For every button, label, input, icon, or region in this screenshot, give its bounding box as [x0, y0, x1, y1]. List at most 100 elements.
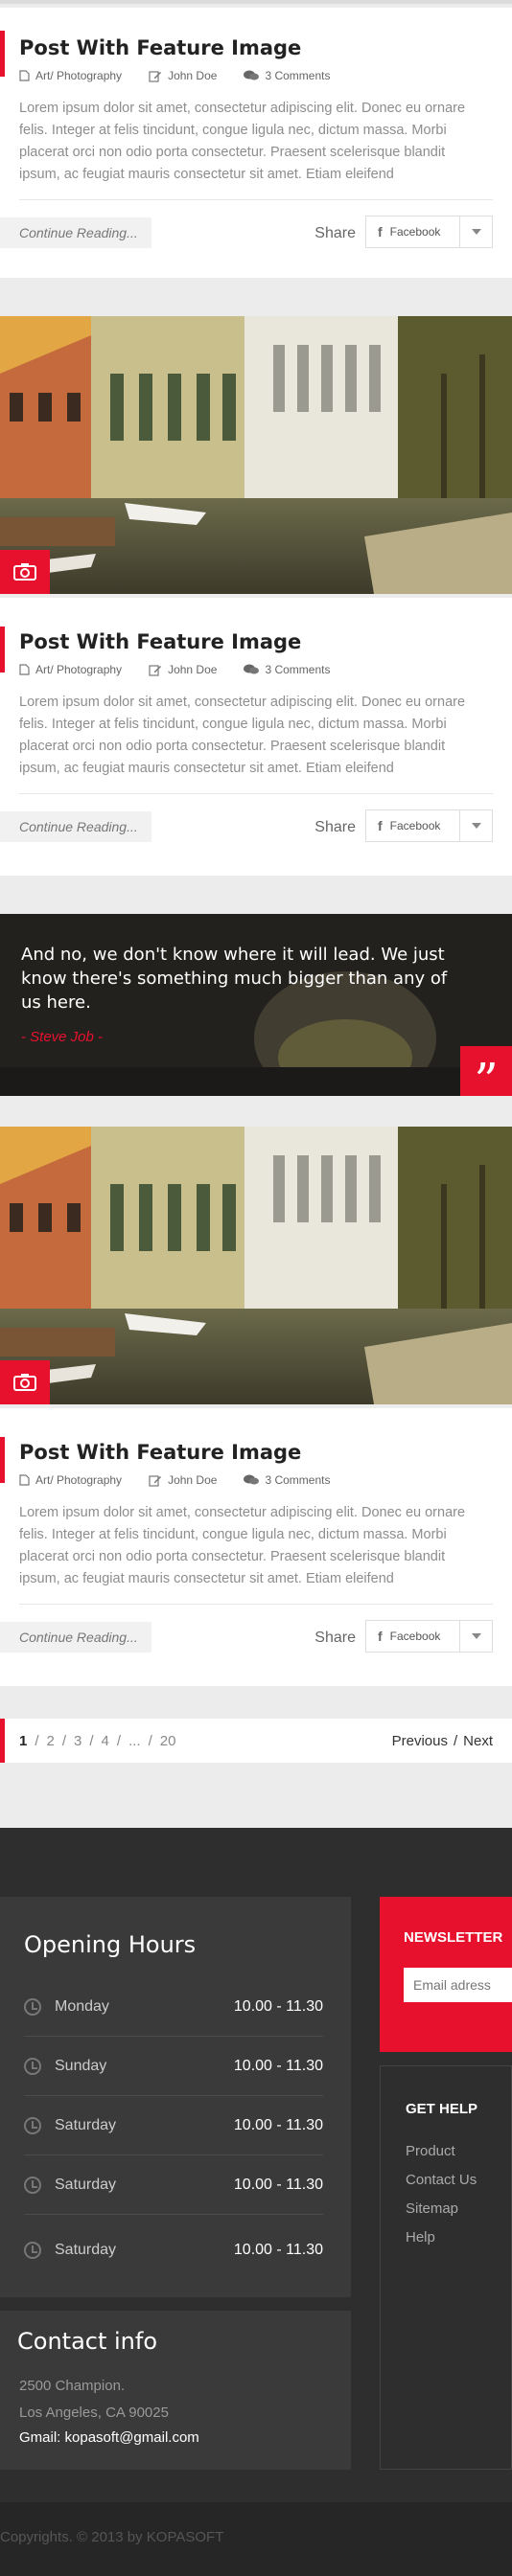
continue-reading-button[interactable]: Continue Reading...: [0, 1622, 151, 1653]
help-link-product[interactable]: Product: [406, 2143, 455, 2159]
page-link[interactable]: 3: [74, 1733, 81, 1749]
meta-category[interactable]: Art/ Photography: [19, 69, 122, 82]
hours-row: Sunday 10.00 - 11.30: [24, 2037, 323, 2096]
clock-icon: [24, 2176, 41, 2194]
edit-icon: [149, 1474, 162, 1487]
facebook-share-button[interactable]: f Facebook: [365, 1620, 460, 1653]
meta-comments[interactable]: 3 Comments: [244, 1473, 330, 1487]
previous-link[interactable]: Previous: [392, 1733, 448, 1749]
page-separator: /: [453, 1733, 458, 1749]
post-meta: Art/ Photography John Doe 3 Comments: [19, 1471, 493, 1489]
feature-image[interactable]: [0, 1127, 512, 1404]
help-link-sitemap[interactable]: Sitemap: [406, 2200, 458, 2217]
comments-icon: [244, 70, 260, 80]
help-link-help[interactable]: Help: [406, 2229, 435, 2245]
meta-comments[interactable]: 3 Comments: [244, 69, 330, 82]
page-link[interactable]: 20: [160, 1733, 176, 1749]
opening-hours-widget: Opening Hours Monday 10.00 - 11.30 Sunda…: [0, 1897, 351, 2297]
post-header: Post With Feature Image Art/ Photography…: [0, 598, 512, 780]
post-header: Post With Feature Image Art/ Photography…: [0, 8, 512, 186]
facebook-icon: f: [378, 224, 383, 239]
hours-day: Sunday: [55, 2057, 107, 2074]
continue-reading-button[interactable]: Continue Reading...: [0, 217, 151, 248]
category-label: Art/ Photography: [35, 663, 123, 676]
hours-time: 10.00 - 11.30: [233, 2057, 323, 2074]
page-separator: /: [116, 1733, 122, 1749]
page-link[interactable]: 2: [47, 1733, 55, 1749]
post-excerpt: Lorem ipsum dolor sit amet, consectetur …: [19, 695, 466, 776]
hours-row: Saturday 10.00 - 11.30: [24, 2155, 323, 2215]
share-dropdown-button[interactable]: [460, 216, 493, 248]
post-card: Post With Feature Image Art/ Photography…: [0, 1408, 512, 1686]
title-accent: [0, 1437, 5, 1483]
chevron-down-icon: [471, 1633, 481, 1639]
contact-email[interactable]: Gmail: kopasoft@gmail.com: [19, 2429, 199, 2446]
hours-time: 10.00 - 11.30: [233, 2176, 323, 2193]
address-line: Los Angeles, CA 90025: [19, 2405, 169, 2421]
comments-icon: [244, 664, 260, 674]
post-title[interactable]: Post With Feature Image: [19, 627, 493, 655]
post-card: Post With Feature Image Art/ Photography…: [0, 8, 512, 278]
category-label: Art/ Photography: [35, 69, 123, 82]
facebook-share-button[interactable]: f Facebook: [365, 216, 460, 248]
page-separator: /: [89, 1733, 94, 1749]
share-label: Share: [314, 1630, 356, 1646]
clock-icon: [24, 1997, 41, 2016]
feature-image[interactable]: [0, 316, 512, 594]
contact-info-title: Contact info: [17, 2328, 158, 2355]
post-meta: Art/ Photography John Doe 3 Comments: [19, 67, 493, 84]
contact-info-widget: Contact info 2500 Champion. Los Angeles,…: [0, 2311, 351, 2470]
clock-icon: [24, 2116, 41, 2134]
prev-next: Previous / Next: [392, 1733, 493, 1749]
continue-reading-button[interactable]: Continue Reading...: [0, 811, 151, 842]
page-link[interactable]: 1: [19, 1733, 27, 1749]
meta-category[interactable]: Art/ Photography: [19, 663, 122, 676]
canal-photo: [0, 316, 512, 594]
page-link[interactable]: 4: [102, 1733, 109, 1749]
clock-icon: [24, 2057, 41, 2075]
folder-icon: [19, 664, 30, 675]
page-separator: /: [61, 1733, 67, 1749]
author-label: John Doe: [168, 663, 218, 676]
hours-time: 10.00 - 11.30: [233, 2116, 323, 2133]
share-dropdown-button[interactable]: [460, 1620, 493, 1653]
hours-time: 10.00 - 11.30: [233, 2242, 323, 2258]
meta-category[interactable]: Art/ Photography: [19, 1473, 122, 1487]
facebook-share-button[interactable]: f Facebook: [365, 809, 460, 842]
post-excerpt: Lorem ipsum dolor sit amet, consectetur …: [19, 101, 466, 182]
share-dropdown-button[interactable]: [460, 809, 493, 842]
meta-author[interactable]: John Doe: [149, 663, 217, 676]
category-label: Art/ Photography: [35, 1473, 123, 1487]
get-help-widget: GET HELP Product Contact Us Sitemap Help: [380, 2065, 512, 2470]
photo-format-badge: [0, 1360, 50, 1404]
author-label: John Doe: [168, 1473, 218, 1487]
get-help-title: GET HELP: [406, 2101, 478, 2117]
quote-post[interactable]: And no, we don't know where it will lead…: [0, 914, 512, 1096]
meta-comments[interactable]: 3 Comments: [244, 663, 330, 676]
post-title[interactable]: Post With Feature Image: [19, 1437, 493, 1466]
newsletter-title: NEWSLETTER: [404, 1929, 503, 1946]
edit-icon: [149, 70, 162, 82]
folder-icon: [19, 70, 30, 81]
page-numbers: 1 / 2 / 3 / 4 / ... / 20: [19, 1733, 175, 1749]
share-label: Share: [314, 225, 356, 241]
copyright-text: Copyrights. © 2013 by KOPASOFT: [0, 2529, 224, 2545]
newsletter-email-input[interactable]: [404, 1968, 512, 2002]
help-link-contact[interactable]: Contact Us: [406, 2172, 477, 2188]
chevron-down-icon: [471, 823, 481, 829]
page-ellipsis: ...: [128, 1733, 141, 1749]
site-footer: Opening Hours Monday 10.00 - 11.30 Sunda…: [0, 1828, 512, 2576]
author-label: John Doe: [168, 69, 218, 82]
photo-format-badge: [0, 550, 50, 594]
next-link[interactable]: Next: [463, 1733, 493, 1749]
page-separator: /: [35, 1733, 39, 1749]
comments-label: 3 Comments: [265, 1473, 331, 1487]
post-title[interactable]: Post With Feature Image: [19, 33, 493, 61]
address-line: 2500 Champion.: [19, 2378, 126, 2394]
facebook-icon: f: [378, 818, 383, 833]
post-footer: Continue Reading... Share f Facebook: [0, 1605, 512, 1658]
camera-icon: [13, 563, 36, 581]
meta-author[interactable]: John Doe: [149, 69, 217, 82]
meta-author[interactable]: John Doe: [149, 1473, 217, 1487]
top-divider: [0, 0, 512, 4]
